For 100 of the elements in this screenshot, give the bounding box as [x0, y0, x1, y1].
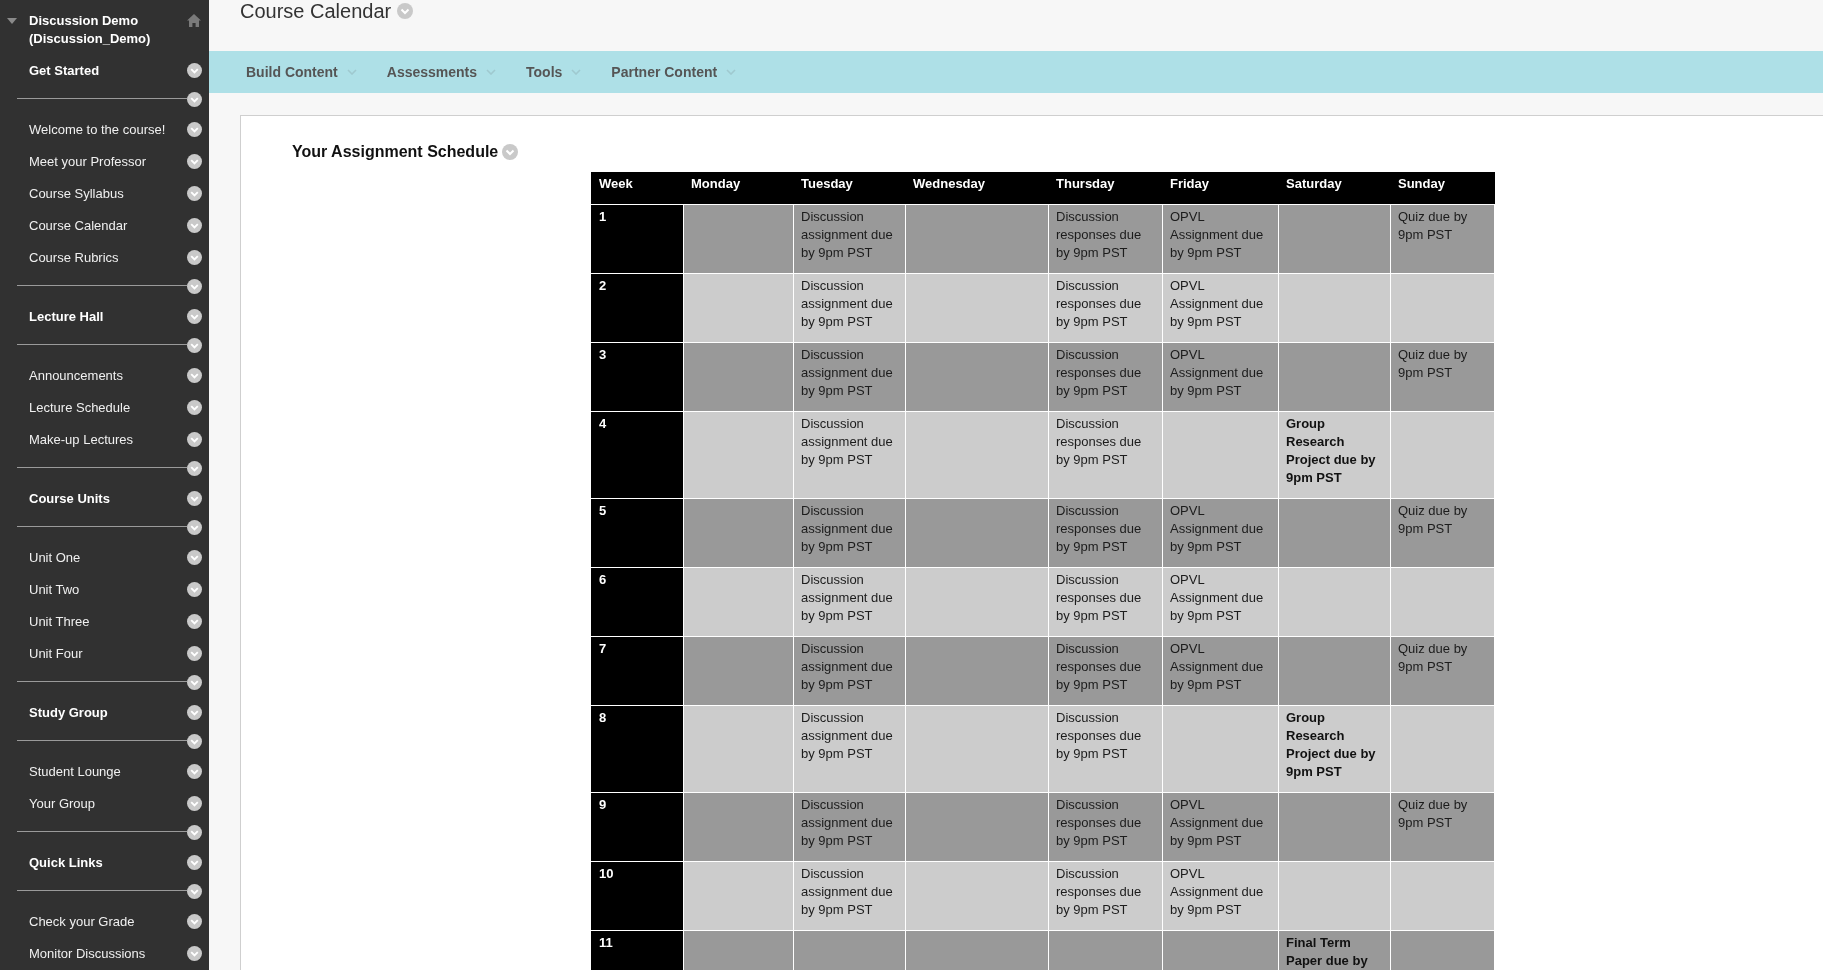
chevron-circle-icon[interactable]: [187, 121, 202, 137]
table-cell: Quiz due by 9pm PST: [1390, 342, 1495, 412]
section-heading: Study Group: [29, 704, 108, 720]
chevron-circle-icon[interactable]: [187, 763, 202, 779]
chevron-circle-icon[interactable]: [187, 279, 202, 294]
column-header: Tuesday: [793, 172, 906, 205]
chevron-down-icon: [571, 69, 582, 75]
chevron-circle-icon[interactable]: [187, 431, 202, 447]
table-cell: Discussion assignment due by 9pm PST: [793, 498, 906, 568]
chevron-circle-icon[interactable]: [187, 461, 202, 476]
table-cell: Discussion responses due by 9pm PST: [1048, 204, 1163, 274]
chevron-circle-icon[interactable]: [187, 217, 202, 233]
menu-link[interactable]: Monitor Discussions: [29, 945, 146, 961]
menu-link[interactable]: Your Group: [29, 795, 95, 811]
table-cell: Discussion responses due by 9pm PST: [1048, 498, 1163, 568]
menu-link[interactable]: Unit Three: [29, 613, 90, 629]
week-cell: 3: [591, 342, 684, 412]
table-cell: Final Term Paper due by: [1278, 930, 1391, 970]
week-cell: 9: [591, 792, 684, 862]
table-cell: Discussion assignment due by 9pm PST: [793, 861, 906, 931]
menu-link[interactable]: Lecture Schedule: [29, 399, 131, 415]
week-cell: 7: [591, 636, 684, 706]
table-cell: Discussion responses due by 9pm PST: [1048, 636, 1163, 706]
chevron-circle-icon[interactable]: [187, 153, 202, 169]
menu-link[interactable]: Course Calendar: [29, 217, 128, 233]
menu-link[interactable]: Make-up Lectures: [29, 431, 134, 447]
table-cell: Discussion responses due by 9pm PST: [1048, 705, 1163, 793]
column-header: Thursday: [1048, 172, 1163, 205]
chevron-circle-icon[interactable]: [187, 645, 202, 661]
chevron-circle-icon[interactable]: [187, 249, 202, 265]
menu-button[interactable]: Build Content: [246, 64, 357, 80]
chevron-circle-icon[interactable]: [187, 913, 202, 929]
table-cell: Discussion responses due by 9pm PST: [1048, 273, 1163, 343]
chevron-circle-icon[interactable]: [187, 581, 202, 597]
page-title: Course Calendar: [240, 0, 392, 22]
section-heading: Quick Links: [29, 854, 103, 870]
chevron-circle-icon[interactable]: [187, 185, 202, 201]
chevron-down-icon: [346, 69, 357, 75]
chevron-circle-icon[interactable]: [187, 338, 202, 353]
chevron-circle-icon[interactable]: [187, 675, 202, 690]
menu-button[interactable]: Partner Content: [611, 64, 737, 80]
table-cell: Discussion assignment due by 9pm PST: [793, 204, 906, 274]
week-cell: 6: [591, 567, 684, 637]
menu-link[interactable]: Student Lounge: [29, 763, 121, 779]
table-cell: Discussion responses due by 9pm PST: [1048, 792, 1163, 862]
menu-link[interactable]: Unit One: [29, 549, 81, 565]
menu-link[interactable]: Announcements: [29, 367, 123, 383]
course-title[interactable]: Discussion Demo (Discussion_Demo): [29, 12, 187, 48]
menu-button[interactable]: Tools: [526, 64, 582, 80]
chevron-circle-icon[interactable]: [187, 795, 202, 811]
column-header: Week: [591, 172, 684, 205]
caret-icon[interactable]: [7, 18, 17, 24]
table-cell: OPVL Assignment due by 9pm PST: [1162, 342, 1279, 412]
menu-link[interactable]: Unit Four: [29, 645, 83, 661]
menu-link[interactable]: Meet your Professor: [29, 153, 147, 169]
table-cell: OPVL Assignment due by 9pm PST: [1162, 498, 1279, 568]
chevron-circle-icon[interactable]: [187, 399, 202, 415]
menu-link[interactable]: Course Rubrics: [29, 249, 119, 265]
menu-link[interactable]: Course Syllabus: [29, 185, 124, 201]
menu-link[interactable]: Welcome to the course!: [29, 121, 166, 137]
menu-link[interactable]: Check your Grade: [29, 913, 135, 929]
chevron-circle-icon[interactable]: [187, 520, 202, 535]
chevron-circle-icon[interactable]: [187, 825, 202, 840]
chevron-circle-icon[interactable]: [187, 92, 202, 107]
chevron-circle-icon[interactable]: [187, 367, 202, 383]
table-cell: OPVL Assignment due by 9pm PST: [1162, 792, 1279, 862]
table-cell: Quiz due by 9pm PST: [1390, 636, 1495, 706]
chevron-circle-icon[interactable]: [187, 308, 202, 324]
chevron-circle-icon[interactable]: [187, 704, 202, 720]
table-cell: OPVL Assignment due by 9pm PST: [1162, 861, 1279, 931]
week-cell: 10: [591, 861, 684, 931]
table-cell: Discussion assignment due by 9pm PST: [793, 792, 906, 862]
chevron-circle-icon[interactable]: [187, 490, 202, 506]
column-header: Sunday: [1390, 172, 1495, 205]
week-cell: 2: [591, 273, 684, 343]
table-cell: Discussion assignment due by 9pm PST: [793, 636, 906, 706]
chevron-circle-icon[interactable]: [187, 549, 202, 565]
week-cell: 5: [591, 498, 684, 568]
table-cell: Discussion assignment due by 9pm PST: [793, 273, 906, 343]
table-cell: Group Research Project due by 9pm PST: [1278, 705, 1391, 793]
chevron-circle-icon[interactable]: [187, 62, 202, 78]
table-cell: OPVL Assignment due by 9pm PST: [1162, 273, 1279, 343]
chevron-circle-icon[interactable]: [187, 884, 202, 899]
chevron-circle-icon[interactable]: [187, 613, 202, 629]
table-cell: OPVL Assignment due by 9pm PST: [1162, 204, 1279, 274]
chevron-circle-icon[interactable]: [187, 734, 202, 749]
table-cell: Discussion assignment due by 9pm PST: [793, 342, 906, 412]
home-icon[interactable]: [187, 14, 201, 27]
menu-button[interactable]: Assessments: [386, 64, 497, 80]
chevron-circle-icon[interactable]: [187, 945, 202, 961]
chevron-down-icon: [486, 69, 497, 75]
schedule-heading: Your Assignment Schedule: [292, 142, 499, 162]
chevron-circle-icon[interactable]: [187, 854, 202, 870]
menu-link[interactable]: Unit Two: [29, 581, 80, 597]
table-cell: OPVL Assignment due by 9pm PST: [1162, 567, 1279, 637]
week-cell: 1: [591, 204, 684, 274]
section-heading: Course Units: [29, 490, 110, 506]
section-heading: Get Started: [29, 62, 100, 78]
table-cell: Discussion responses due by 9pm PST: [1048, 567, 1163, 637]
table-cell: Discussion responses due by 9pm PST: [1048, 411, 1163, 499]
